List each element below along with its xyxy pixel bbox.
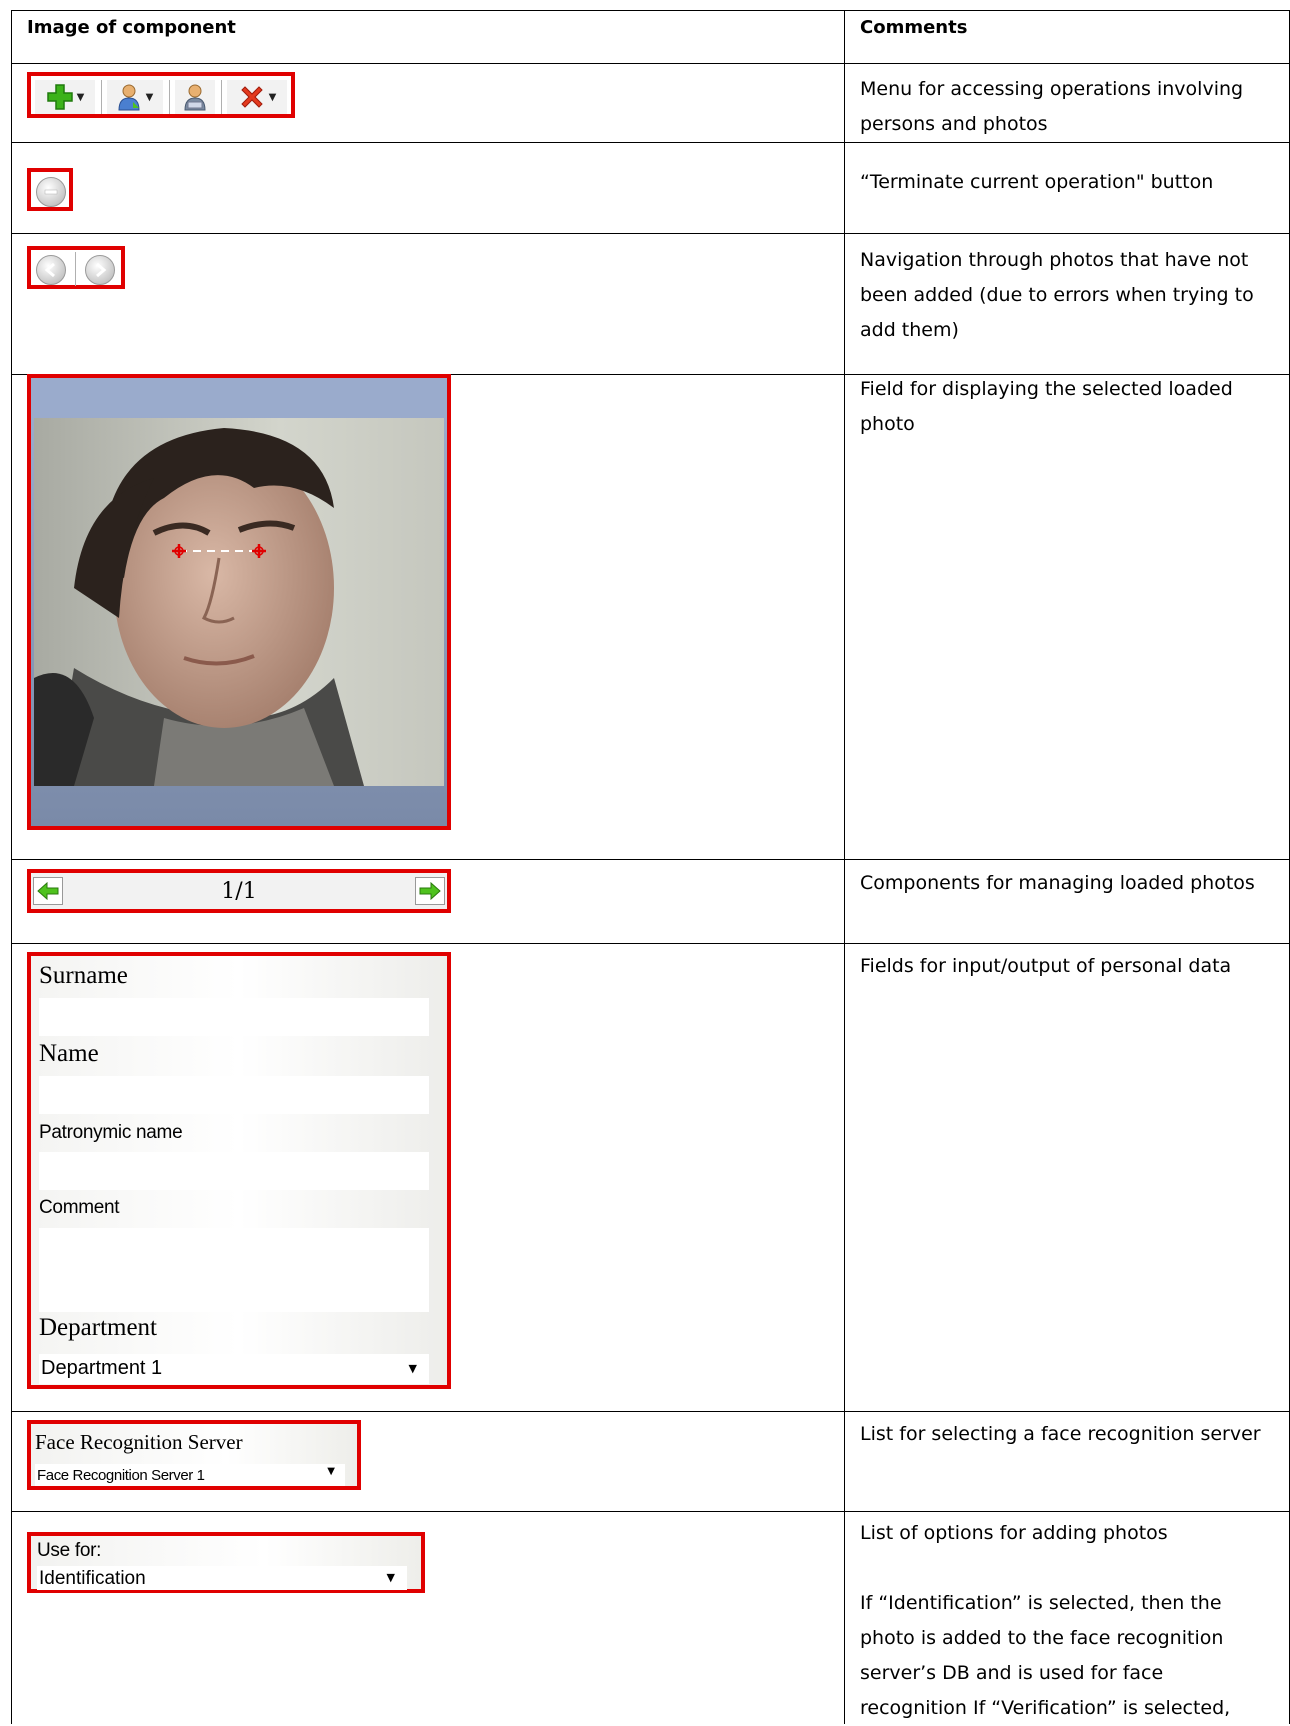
col-header-comments: Comments — [860, 17, 968, 38]
table-rule — [11, 1411, 1290, 1412]
photo-display-field[interactable] — [31, 378, 447, 826]
person-menu-button[interactable]: ▼ — [107, 80, 163, 114]
table-rule — [11, 10, 12, 1724]
table-rule — [11, 859, 1290, 860]
server-select[interactable]: Face Recognition Server 1 ▼ — [35, 1464, 345, 1486]
toolbar-highlight: ▼ ▼ ▼ — [27, 72, 295, 118]
failed-nav-highlight — [27, 246, 125, 289]
comment-personal-data: Fields for input/output of personal data — [860, 955, 1232, 977]
component-table: Image of component Comments ▼ ▼ ▼ Menu f… — [0, 0, 1290, 1724]
use-for-label: Use for: — [37, 1540, 102, 1561]
toolbar-separator — [101, 80, 102, 114]
toolbar-separator — [75, 252, 76, 286]
server-value: Face Recognition Server 1 — [37, 1467, 205, 1484]
toolbar-separator — [169, 80, 170, 114]
arrow-left-circle-icon — [44, 262, 55, 278]
delete-icon — [240, 86, 263, 108]
surname-field[interactable] — [39, 998, 429, 1036]
surname-label: Surname — [39, 962, 128, 989]
comment-server: List for selecting a face recognition se… — [860, 1423, 1261, 1445]
department-select[interactable]: Department 1 ▼ — [39, 1354, 429, 1384]
comment-photo: Field for displaying the selected loaded… — [860, 378, 1233, 435]
comment-label: Comment — [39, 1197, 120, 1218]
terminate-highlight — [27, 168, 73, 211]
department-label: Department — [39, 1314, 158, 1341]
toolbar-separator — [221, 80, 222, 114]
chevron-down-icon: ▼ — [327, 1466, 335, 1477]
use-for-select[interactable]: Identification ▼ — [37, 1566, 407, 1590]
patronymic-label: Patronymic name — [39, 1122, 183, 1143]
patronymic-field[interactable] — [39, 1152, 429, 1190]
add-icon — [46, 84, 73, 110]
chevron-down-icon: ▼ — [268, 91, 277, 103]
use-for-value: Identification — [39, 1568, 146, 1589]
photo-highlight — [27, 374, 451, 830]
face-photo — [34, 418, 444, 786]
person-icon — [118, 84, 140, 111]
next-failed-photo-button[interactable] — [85, 255, 115, 285]
table-rule — [11, 10, 1290, 11]
table-rule — [844, 10, 845, 1724]
comment-use-for-body: If “Identification” is selected, then th… — [860, 1592, 1231, 1719]
person-search-icon — [184, 84, 206, 111]
minus-circle-icon — [44, 189, 58, 195]
chevron-down-icon: ▼ — [76, 91, 85, 103]
chevron-down-icon: ▼ — [408, 1362, 417, 1375]
arrow-right-icon — [419, 882, 441, 900]
person-search-button[interactable] — [175, 80, 215, 114]
add-button[interactable]: ▼ — [35, 80, 95, 114]
photo-navigator: 1/1 — [31, 873, 447, 909]
col-header-image: Image of component — [27, 17, 236, 38]
comment-navigation: Navigation through photos that have not … — [860, 249, 1254, 341]
table-rule — [11, 943, 1290, 944]
name-label: Name — [39, 1040, 99, 1067]
comment-toolbar: Menu for accessing operations involving … — [860, 78, 1244, 135]
terminate-button[interactable] — [36, 177, 66, 207]
comment-photo-nav: Components for managing loaded photos — [860, 872, 1255, 894]
photo-nav-highlight: 1/1 — [27, 869, 451, 913]
arrow-right-circle-icon — [96, 262, 107, 278]
server-highlight: Face Recognition Server Face Recognition… — [27, 1420, 361, 1490]
table-rule — [11, 1511, 1290, 1512]
chevron-down-icon: ▼ — [145, 91, 154, 103]
server-label: Face Recognition Server — [35, 1430, 243, 1454]
use-for-highlight: Use for: Identification ▼ — [27, 1532, 425, 1593]
photo-counter: 1/1 — [221, 879, 257, 904]
name-field[interactable] — [39, 1076, 429, 1114]
next-photo-button[interactable] — [415, 877, 445, 905]
previous-failed-photo-button[interactable] — [36, 255, 66, 285]
server-panel: Face Recognition Server Face Recognition… — [31, 1424, 357, 1486]
use-for-panel: Use for: Identification ▼ — [31, 1536, 421, 1590]
personal-data-highlight: Surname Name Patronymic name Comment Dep… — [27, 952, 451, 1389]
chevron-down-icon: ▼ — [386, 1571, 395, 1584]
personal-data-form: Surname Name Patronymic name Comment Dep… — [31, 956, 447, 1385]
table-rule — [11, 142, 1290, 143]
comment-terminate: “Terminate current operation" button — [860, 171, 1214, 193]
table-rule — [11, 233, 1290, 234]
delete-menu-button[interactable]: ▼ — [227, 80, 287, 114]
comment-use-for-title: List of options for adding photos — [860, 1522, 1168, 1544]
department-value: Department 1 — [41, 1357, 163, 1379]
table-rule — [11, 63, 1290, 64]
comment-field[interactable] — [39, 1228, 429, 1312]
